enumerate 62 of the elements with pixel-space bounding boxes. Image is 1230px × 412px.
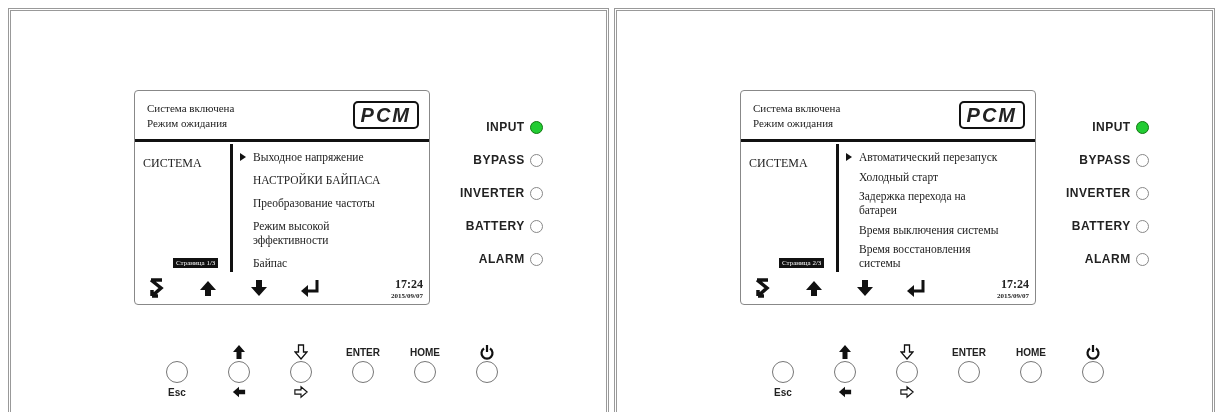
key-label: ENTER (952, 346, 986, 358)
down-arrow-icon[interactable] (249, 278, 269, 298)
round-key[interactable] (352, 361, 374, 383)
clock-time: 17:24 (395, 276, 423, 292)
status-text: Система включена (147, 101, 235, 114)
round-key[interactable] (290, 361, 312, 383)
enter-arrow-icon[interactable] (906, 278, 926, 298)
clock-time: 17:24 (1001, 276, 1029, 292)
indicator-label: BYPASS (473, 153, 525, 167)
indicator-label: BYPASS (1079, 153, 1131, 167)
menu-item[interactable]: НАСТРОЙКИ БАЙПАСА (239, 173, 381, 187)
status-text: Режим ожидания (753, 116, 835, 129)
up-arrow-icon (838, 344, 852, 360)
brand-logo: PCM (958, 101, 1025, 129)
down-arrow-icon (294, 344, 308, 360)
up-arrow-icon (232, 344, 246, 360)
power-icon (1086, 344, 1100, 360)
menu-item[interactable]: Байпас (239, 256, 288, 270)
indicator-label: INPUT (486, 120, 525, 134)
menu-item[interactable]: Преобразование частоты (239, 196, 375, 210)
status-text: Режим ожидания (147, 116, 229, 129)
indicator-label: INVERTER (460, 186, 525, 200)
indicator-label: INPUT (1092, 120, 1131, 134)
indicator-label: BATTERY (1071, 219, 1131, 233)
brand-logo: PCM (352, 101, 419, 129)
category-title: СИСТЕМА (143, 156, 202, 171)
enter-arrow-icon[interactable] (300, 278, 320, 298)
down-arrow-icon (900, 344, 914, 360)
round-key[interactable] (1020, 361, 1042, 383)
left-arrow-icon (232, 384, 246, 400)
right-arrow-icon (900, 384, 914, 400)
down-arrow-icon[interactable] (855, 278, 875, 298)
round-key[interactable] (228, 361, 250, 383)
menu-item[interactable]: Задержка перехода на батареи (845, 189, 999, 217)
round-key[interactable] (958, 361, 980, 383)
menu-item[interactable]: Время восстановления системы (845, 242, 999, 270)
key-label: Esc (774, 386, 792, 398)
round-key[interactable] (414, 361, 436, 383)
round-key[interactable] (772, 361, 794, 383)
indicator-label: INVERTER (1066, 186, 1131, 200)
indicator-label: ALARM (478, 252, 525, 266)
key-label: HOME (1016, 346, 1046, 358)
menu-item[interactable]: Холодный старт (845, 169, 939, 184)
round-key[interactable] (896, 361, 918, 383)
round-key[interactable] (1082, 361, 1104, 383)
key-label: Esc (168, 386, 186, 398)
status-text: Система включена (753, 101, 841, 114)
key-label: ENTER (346, 346, 380, 358)
round-key[interactable] (166, 361, 188, 383)
indicator-label: BATTERY (465, 219, 525, 233)
menu-item[interactable]: Автоматический перезапуск (845, 150, 998, 164)
menu-item[interactable]: Режим высокой эффективности (239, 219, 393, 247)
power-icon (480, 344, 494, 360)
round-key[interactable] (834, 361, 856, 383)
key-label: HOME (410, 346, 440, 358)
menu-item[interactable]: Выходное напряжение (239, 150, 364, 164)
menu-item[interactable]: Время выключения системы (845, 222, 999, 237)
right-arrow-icon (294, 384, 308, 400)
category-title: СИСТЕМА (749, 156, 808, 171)
round-key[interactable] (476, 361, 498, 383)
left-arrow-icon (838, 384, 852, 400)
indicator-label: ALARM (1084, 252, 1131, 266)
